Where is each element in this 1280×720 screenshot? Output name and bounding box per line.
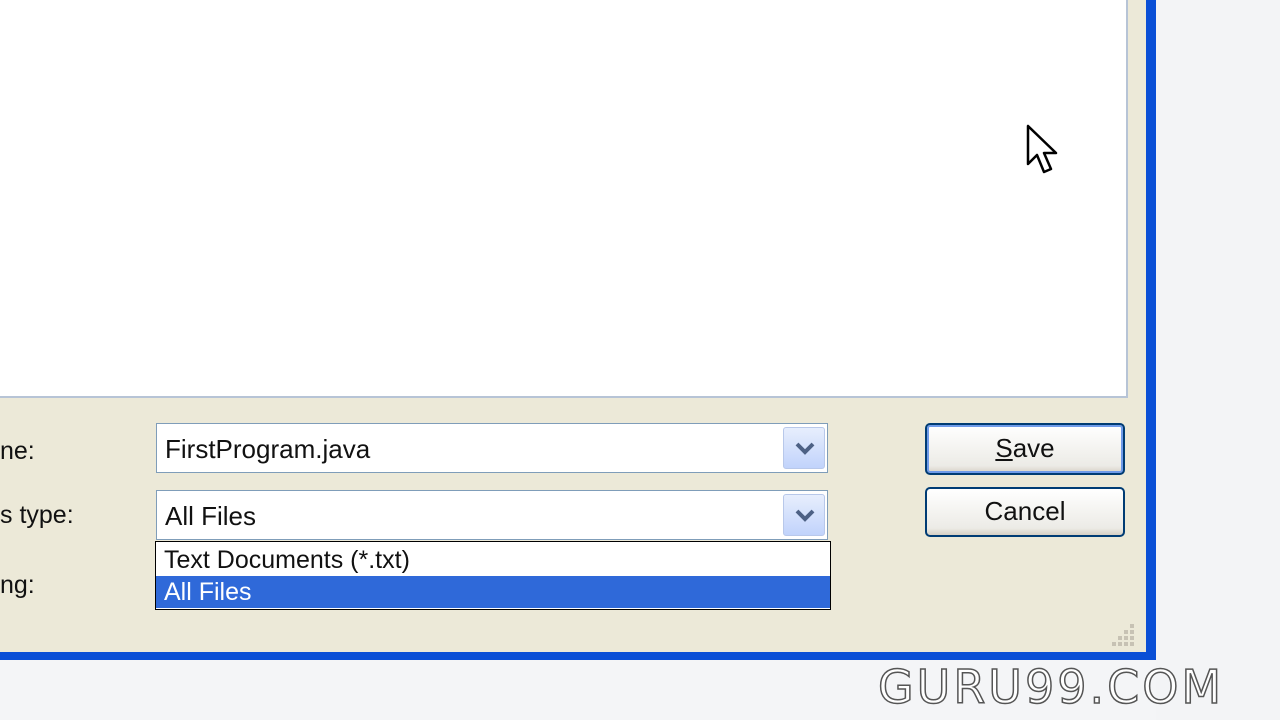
save-as-type-dropdown-list: Text Documents (*.txt) All Files [155, 541, 831, 610]
file-list-area[interactable] [0, 0, 1128, 398]
save-as-type-label: s type: [0, 501, 74, 529]
file-name-combo[interactable]: FirstProgram.java [156, 423, 828, 473]
file-name-input[interactable]: FirstProgram.java [165, 434, 370, 465]
save-as-type-combo[interactable]: All Files [156, 490, 828, 540]
file-name-label: ne: [0, 437, 35, 465]
file-name-dropdown-button[interactable] [783, 427, 825, 469]
chevron-down-icon [795, 442, 815, 455]
resize-grip-icon[interactable] [1108, 620, 1142, 648]
save-button-mnemonic: S [995, 433, 1013, 463]
cancel-button[interactable]: Cancel [925, 487, 1125, 537]
encoding-label: ng: [0, 571, 35, 599]
mouse-cursor-icon [1026, 124, 1058, 174]
guru99-watermark: GURU99.COM [877, 659, 1225, 715]
option-text-documents[interactable]: Text Documents (*.txt) [156, 544, 830, 576]
save-as-dialog: ne: s type: ng: FirstProgram.java All Fi… [0, 0, 1146, 652]
chevron-down-icon [795, 509, 815, 522]
save-as-type-dropdown-button[interactable] [783, 494, 825, 536]
window-frame-bottom [0, 652, 1156, 660]
save-button-label: ave [1012, 433, 1055, 463]
window-frame-right [1146, 0, 1156, 660]
save-as-type-value: All Files [165, 501, 257, 531]
option-all-files[interactable]: All Files [156, 576, 830, 608]
desktop-background [1156, 0, 1280, 720]
save-button[interactable]: Save [925, 423, 1125, 475]
